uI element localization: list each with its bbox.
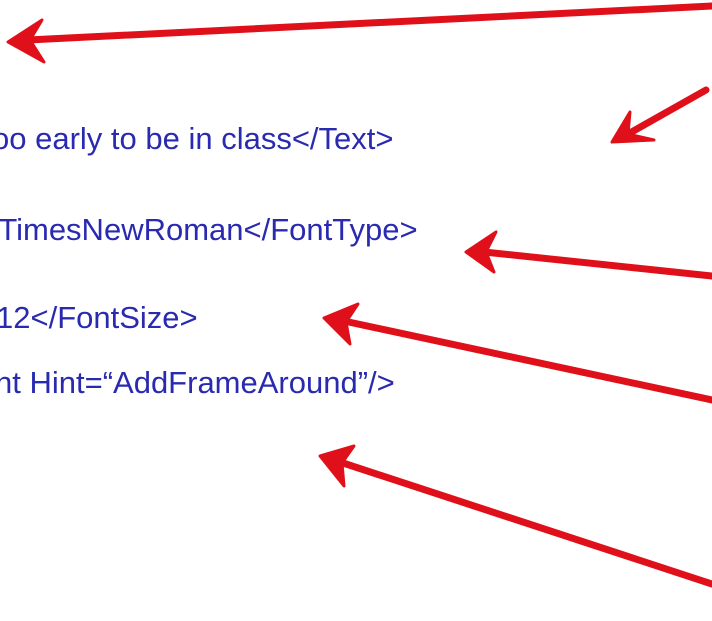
arrow-icon [6,2,712,64]
annotation-arrows [6,2,712,588]
arrow-icon [322,302,712,404]
arrow-icon [464,230,712,280]
arrow-icon [610,86,710,144]
arrow-icon [318,444,712,588]
